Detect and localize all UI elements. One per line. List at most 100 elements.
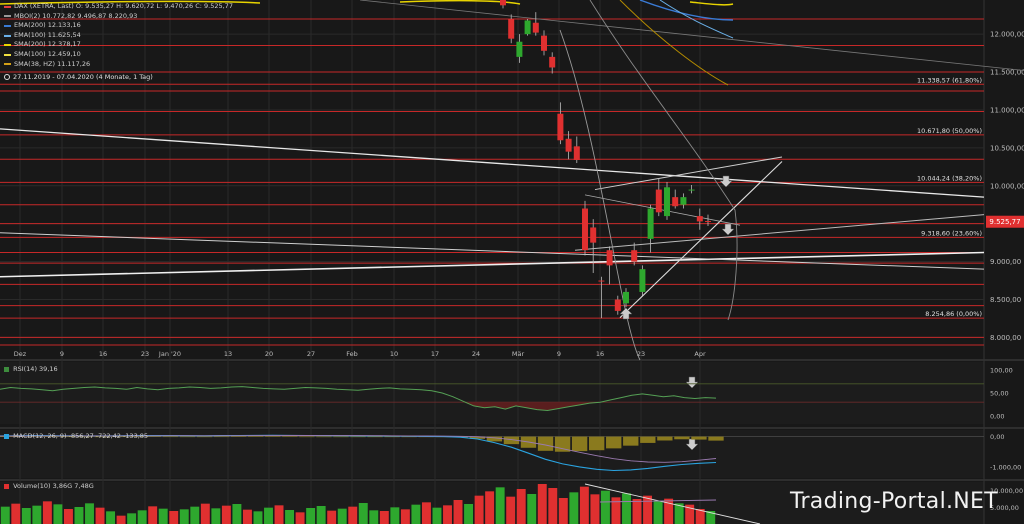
- x-tick-label: 13: [224, 350, 232, 358]
- y-tick-label: 10.000,00: [990, 182, 1024, 190]
- legend-label: SMA(38, HZ) 11.117,26: [14, 59, 91, 68]
- rsi-title: RSI(14) 39,16: [4, 365, 58, 373]
- volume-bar-down: [221, 505, 231, 524]
- volume-bar-down: [643, 495, 653, 524]
- macd-histogram-bar: [162, 436, 179, 438]
- x-tick-label: 24: [472, 350, 480, 358]
- volume-bar-up: [190, 506, 200, 524]
- fib-level-label: 10.044,24 (38,20%): [917, 174, 982, 182]
- volume-bar-up: [253, 511, 263, 524]
- macd-histogram-bar: [640, 436, 656, 443]
- x-tick-label: 17: [431, 350, 439, 358]
- volume-bar-down: [632, 499, 642, 524]
- volume-bar-down: [242, 509, 252, 524]
- macd-histogram-bar: [282, 436, 298, 438]
- macd-swatch-icon: [4, 433, 9, 439]
- volume-bar-up: [0, 506, 10, 524]
- legend-item[interactable]: DAX (XETRA, Last) O: 9.535,27 H: 9.620,7…: [4, 2, 233, 12]
- x-tick-label: 20: [265, 350, 273, 358]
- volume-bar-up: [390, 507, 400, 524]
- volume-bar-up: [527, 494, 537, 524]
- x-tick-label: Apr: [694, 350, 706, 358]
- volume-bar-up: [653, 501, 663, 524]
- rsi-swatch-icon: [4, 366, 9, 372]
- x-tick-label: 9: [60, 350, 64, 358]
- candle-down: [598, 280, 605, 282]
- candle-down: [582, 208, 588, 251]
- macd-histogram-bar: [623, 436, 639, 446]
- legend-label: SMA(200) 12.378,17: [14, 40, 81, 49]
- fib-level-label: 8.254,86 (0,00%): [925, 310, 982, 318]
- macd-title: MACD(12, 26, 9) -856,27 -722,42 -133,85: [4, 432, 148, 440]
- volume-bar-up: [316, 506, 326, 524]
- candle-down: [631, 250, 638, 262]
- volume-bar-up: [264, 507, 273, 524]
- volume-bar-up: [569, 492, 579, 524]
- candle-down: [565, 138, 572, 152]
- legend-item[interactable]: SMA(200) 12.378,17: [4, 40, 233, 50]
- volume-bar-up: [74, 507, 84, 524]
- legend-swatch-icon: [4, 15, 11, 18]
- volume-bar-down: [295, 512, 305, 524]
- volume-bar-down: [348, 506, 358, 524]
- macd-histogram-bar: [265, 436, 281, 437]
- x-tick-label: 16: [99, 350, 107, 358]
- volume-bar-down: [400, 509, 410, 524]
- x-tick-label: Feb: [346, 350, 358, 358]
- macd-histogram-bar: [196, 436, 213, 438]
- x-tick-label: Jan '20: [158, 350, 181, 358]
- volume-title: Volume(10) 3,86G 7,48G: [4, 482, 94, 490]
- candle-up: [524, 20, 531, 35]
- volume-bar-up: [369, 510, 379, 524]
- volume-bar-up: [306, 508, 316, 524]
- volume-bar-down: [579, 486, 589, 524]
- candle-down: [696, 216, 703, 222]
- macd-histogram-bar: [708, 436, 724, 441]
- fib-level-label: 11.338,57 (61,80%): [917, 76, 982, 84]
- legend-swatch-icon: [4, 24, 11, 27]
- volume-bar-down: [327, 510, 337, 524]
- legend-item[interactable]: EMA(200) 12.133,16: [4, 21, 233, 31]
- candle-down: [508, 18, 515, 39]
- legend-item[interactable]: SMA(38, HZ) 11.117,26: [4, 60, 233, 70]
- volume-bar-down: [42, 501, 52, 524]
- volume-bar-up: [622, 493, 631, 524]
- volume-bar-up: [285, 510, 295, 524]
- macd-histogram-bar: [179, 436, 196, 438]
- volume-bar-down: [274, 505, 284, 524]
- dax-candlestick-chart[interactable]: 8.000,008.500,009.000,009.500,0010.000,0…: [0, 0, 1024, 524]
- macd-histogram-bar: [674, 436, 690, 440]
- macd-histogram-bar: [299, 436, 315, 438]
- y-tick-label: 9.000,00: [990, 258, 1021, 266]
- x-tick-label: 10: [390, 350, 398, 358]
- candle-down: [557, 113, 564, 141]
- legend-item[interactable]: MBOI(2) 10.772,82 9.496,87 8.220,93: [4, 12, 233, 22]
- candle-down: [655, 189, 662, 213]
- x-tick-label: 16: [596, 350, 604, 358]
- volume-bar-down: [516, 489, 526, 524]
- date-range-text: 27.11.2019 - 07.04.2020 (4 Monate, 1 Tag…: [13, 73, 153, 81]
- legend-item[interactable]: SMA(100) 12.459,10: [4, 50, 233, 60]
- x-tick-label: 9: [557, 350, 561, 358]
- candle-down: [541, 35, 547, 51]
- candle-down: [573, 146, 580, 160]
- volume-bar-down: [421, 502, 431, 524]
- macd-histogram-bar: [248, 436, 264, 437]
- last-price-text: 9.525,77: [989, 218, 1020, 226]
- volume-bar-down: [590, 494, 600, 524]
- volume-bar-up: [106, 511, 116, 524]
- candle-down: [705, 221, 711, 223]
- volume-bar-up: [232, 504, 242, 524]
- macd-histogram-bar: [230, 436, 247, 437]
- volume-bar-up: [53, 504, 63, 524]
- y-tick-label: 11.000,00: [990, 106, 1024, 114]
- y-tick-label: 12.000,00: [990, 31, 1024, 39]
- volume-bar-down: [506, 496, 516, 524]
- volume-bar-up: [432, 507, 442, 524]
- clock-icon: [4, 74, 10, 80]
- legend-swatch-icon: [4, 34, 11, 37]
- volume-swatch-icon: [4, 483, 9, 489]
- legend-item[interactable]: EMA(100) 11.625,54: [4, 31, 233, 41]
- legend-label: EMA(200) 12.133,16: [14, 21, 81, 30]
- volume-bar-down: [558, 498, 568, 524]
